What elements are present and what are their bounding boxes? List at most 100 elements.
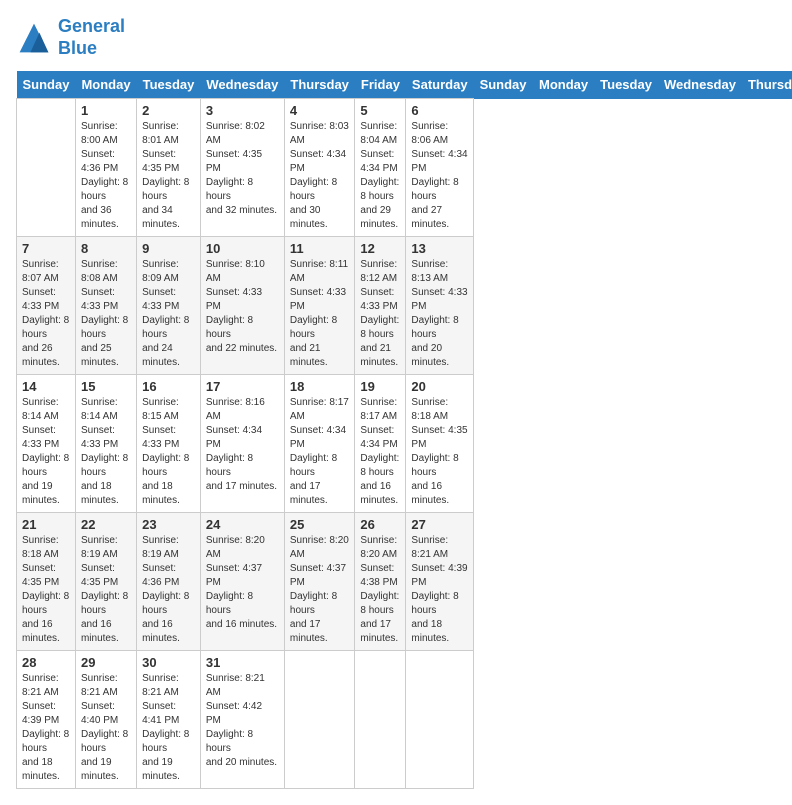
day-info: Sunrise: 8:03 AM Sunset: 4:34 PM Dayligh… [290, 120, 350, 232]
day-number: 1 [81, 103, 131, 118]
calendar-cell: 15 Sunrise: 8:14 AM Sunset: 4:33 PM Dayli… [75, 375, 136, 513]
day-number: 22 [81, 517, 131, 532]
day-number: 27 [411, 517, 468, 532]
calendar-cell: 2 Sunrise: 8:01 AM Sunset: 4:35 PM Daylig… [137, 99, 201, 237]
day-info: Sunrise: 8:00 AM Sunset: 4:36 PM Dayligh… [81, 120, 131, 232]
header-tuesday: Tuesday [137, 71, 201, 99]
day-info: Sunrise: 8:07 AM Sunset: 4:33 PM Dayligh… [22, 258, 70, 370]
day-info: Sunrise: 8:21 AM Sunset: 4:39 PM Dayligh… [22, 672, 70, 784]
logo-icon [16, 20, 52, 56]
day-info: Sunrise: 8:11 AM Sunset: 4:33 PM Dayligh… [290, 258, 350, 370]
header-saturday: Saturday [406, 71, 474, 99]
day-info: Sunrise: 8:21 AM Sunset: 4:40 PM Dayligh… [81, 672, 131, 784]
calendar-cell: 7 Sunrise: 8:07 AM Sunset: 4:33 PM Daylig… [17, 237, 76, 375]
calendar-cell: 12 Sunrise: 8:12 AM Sunset: 4:33 PM Dayli… [355, 237, 406, 375]
day-number: 14 [22, 379, 70, 394]
day-info: Sunrise: 8:21 AM Sunset: 4:42 PM Dayligh… [206, 672, 279, 770]
day-number: 17 [206, 379, 279, 394]
day-number: 4 [290, 103, 350, 118]
calendar-cell: 6 Sunrise: 8:06 AM Sunset: 4:34 PM Daylig… [406, 99, 474, 237]
day-number: 19 [360, 379, 400, 394]
day-info: Sunrise: 8:04 AM Sunset: 4:34 PM Dayligh… [360, 120, 400, 232]
calendar-cell: 19 Sunrise: 8:17 AM Sunset: 4:34 PM Dayli… [355, 375, 406, 513]
day-number: 24 [206, 517, 279, 532]
calendar-header-row: SundayMondayTuesdayWednesdayThursdayFrid… [17, 71, 792, 99]
calendar-cell: 5 Sunrise: 8:04 AM Sunset: 4:34 PM Daylig… [355, 99, 406, 237]
calendar-cell: 16Sunrise: 8:15 AM Sunset: 4:33 PM Dayli… [137, 375, 201, 513]
day-info: Sunrise: 8:10 AM Sunset: 4:33 PM Dayligh… [206, 258, 279, 356]
header-wednesday: Wednesday [200, 71, 284, 99]
calendar-cell: 20Sunrise: 8:18 AM Sunset: 4:35 PM Dayli… [406, 375, 474, 513]
calendar-cell: 10 Sunrise: 8:10 AM Sunset: 4:33 PM Dayli… [200, 237, 284, 375]
week-row-3: 14 Sunrise: 8:14 AM Sunset: 4:33 PM Dayli… [17, 375, 792, 513]
col-header-thursday: Thursday [742, 71, 792, 99]
calendar-cell: 1 Sunrise: 8:00 AM Sunset: 4:36 PM Daylig… [75, 99, 136, 237]
day-number: 13 [411, 241, 468, 256]
header-sunday: Sunday [17, 71, 76, 99]
day-number: 31 [206, 655, 279, 670]
week-row-1: 1 Sunrise: 8:00 AM Sunset: 4:36 PM Daylig… [17, 99, 792, 237]
day-number: 6 [411, 103, 468, 118]
calendar-cell [406, 651, 474, 789]
day-number: 23 [142, 517, 195, 532]
day-number: 11 [290, 241, 350, 256]
calendar-cell: 18Sunrise: 8:17 AM Sunset: 4:34 PM Dayli… [284, 375, 355, 513]
day-number: 8 [81, 241, 131, 256]
day-info: Sunrise: 8:21 AM Sunset: 4:39 PM Dayligh… [411, 534, 468, 646]
day-number: 15 [81, 379, 131, 394]
calendar-cell: 26 Sunrise: 8:20 AM Sunset: 4:38 PM Dayli… [355, 513, 406, 651]
calendar-cell: 23 Sunrise: 8:19 AM Sunset: 4:36 PM Dayli… [137, 513, 201, 651]
day-info: Sunrise: 8:13 AM Sunset: 4:33 PM Dayligh… [411, 258, 468, 370]
week-row-5: 28 Sunrise: 8:21 AM Sunset: 4:39 PM Dayli… [17, 651, 792, 789]
calendar-cell: 11 Sunrise: 8:11 AM Sunset: 4:33 PM Dayli… [284, 237, 355, 375]
day-info: Sunrise: 8:20 AM Sunset: 4:37 PM Dayligh… [206, 534, 279, 632]
day-info: Sunrise: 8:12 AM Sunset: 4:33 PM Dayligh… [360, 258, 400, 370]
day-number: 28 [22, 655, 70, 670]
week-row-4: 21Sunrise: 8:18 AM Sunset: 4:35 PM Dayli… [17, 513, 792, 651]
calendar-cell: 13 Sunrise: 8:13 AM Sunset: 4:33 PM Dayli… [406, 237, 474, 375]
day-info: Sunrise: 8:01 AM Sunset: 4:35 PM Dayligh… [142, 120, 195, 232]
calendar-cell: 31 Sunrise: 8:21 AM Sunset: 4:42 PM Dayli… [200, 651, 284, 789]
day-info: Sunrise: 8:17 AM Sunset: 4:34 PM Dayligh… [360, 396, 400, 508]
day-number: 12 [360, 241, 400, 256]
day-number: 3 [206, 103, 279, 118]
day-number: 26 [360, 517, 400, 532]
calendar-cell: 3Sunrise: 8:02 AM Sunset: 4:35 PM Daylig… [200, 99, 284, 237]
calendar-table: SundayMondayTuesdayWednesdayThursdayFrid… [16, 71, 792, 789]
day-number: 29 [81, 655, 131, 670]
calendar-cell: 27 Sunrise: 8:21 AM Sunset: 4:39 PM Dayli… [406, 513, 474, 651]
day-number: 10 [206, 241, 279, 256]
header-friday: Friday [355, 71, 406, 99]
day-info: Sunrise: 8:06 AM Sunset: 4:34 PM Dayligh… [411, 120, 468, 232]
header-thursday: Thursday [284, 71, 355, 99]
calendar-cell: 9 Sunrise: 8:09 AM Sunset: 4:33 PM Daylig… [137, 237, 201, 375]
col-header-sunday: Sunday [474, 71, 533, 99]
week-row-2: 7 Sunrise: 8:07 AM Sunset: 4:33 PM Daylig… [17, 237, 792, 375]
calendar-cell: 29 Sunrise: 8:21 AM Sunset: 4:40 PM Dayli… [75, 651, 136, 789]
calendar-cell: 24 Sunrise: 8:20 AM Sunset: 4:37 PM Dayli… [200, 513, 284, 651]
calendar-cell: 17Sunrise: 8:16 AM Sunset: 4:34 PM Dayli… [200, 375, 284, 513]
day-number: 7 [22, 241, 70, 256]
day-info: Sunrise: 8:09 AM Sunset: 4:33 PM Dayligh… [142, 258, 195, 370]
day-info: Sunrise: 8:19 AM Sunset: 4:35 PM Dayligh… [81, 534, 131, 646]
day-info: Sunrise: 8:14 AM Sunset: 4:33 PM Dayligh… [22, 396, 70, 508]
day-info: Sunrise: 8:19 AM Sunset: 4:36 PM Dayligh… [142, 534, 195, 646]
day-info: Sunrise: 8:18 AM Sunset: 4:35 PM Dayligh… [411, 396, 468, 508]
calendar-cell: 28 Sunrise: 8:21 AM Sunset: 4:39 PM Dayli… [17, 651, 76, 789]
calendar-cell: 4 Sunrise: 8:03 AM Sunset: 4:34 PM Daylig… [284, 99, 355, 237]
day-info: Sunrise: 8:08 AM Sunset: 4:33 PM Dayligh… [81, 258, 131, 370]
col-header-tuesday: Tuesday [594, 71, 658, 99]
page-header: General Blue [16, 16, 776, 59]
day-info: Sunrise: 8:15 AM Sunset: 4:33 PM Dayligh… [142, 396, 195, 508]
day-number: 5 [360, 103, 400, 118]
calendar-cell [355, 651, 406, 789]
logo-text: General Blue [58, 16, 125, 59]
day-number: 18 [290, 379, 350, 394]
day-info: Sunrise: 8:20 AM Sunset: 4:38 PM Dayligh… [360, 534, 400, 646]
day-info: Sunrise: 8:14 AM Sunset: 4:33 PM Dayligh… [81, 396, 131, 508]
calendar-cell: 21Sunrise: 8:18 AM Sunset: 4:35 PM Dayli… [17, 513, 76, 651]
calendar-cell: 14 Sunrise: 8:14 AM Sunset: 4:33 PM Dayli… [17, 375, 76, 513]
calendar-cell [284, 651, 355, 789]
day-number: 2 [142, 103, 195, 118]
day-number: 9 [142, 241, 195, 256]
